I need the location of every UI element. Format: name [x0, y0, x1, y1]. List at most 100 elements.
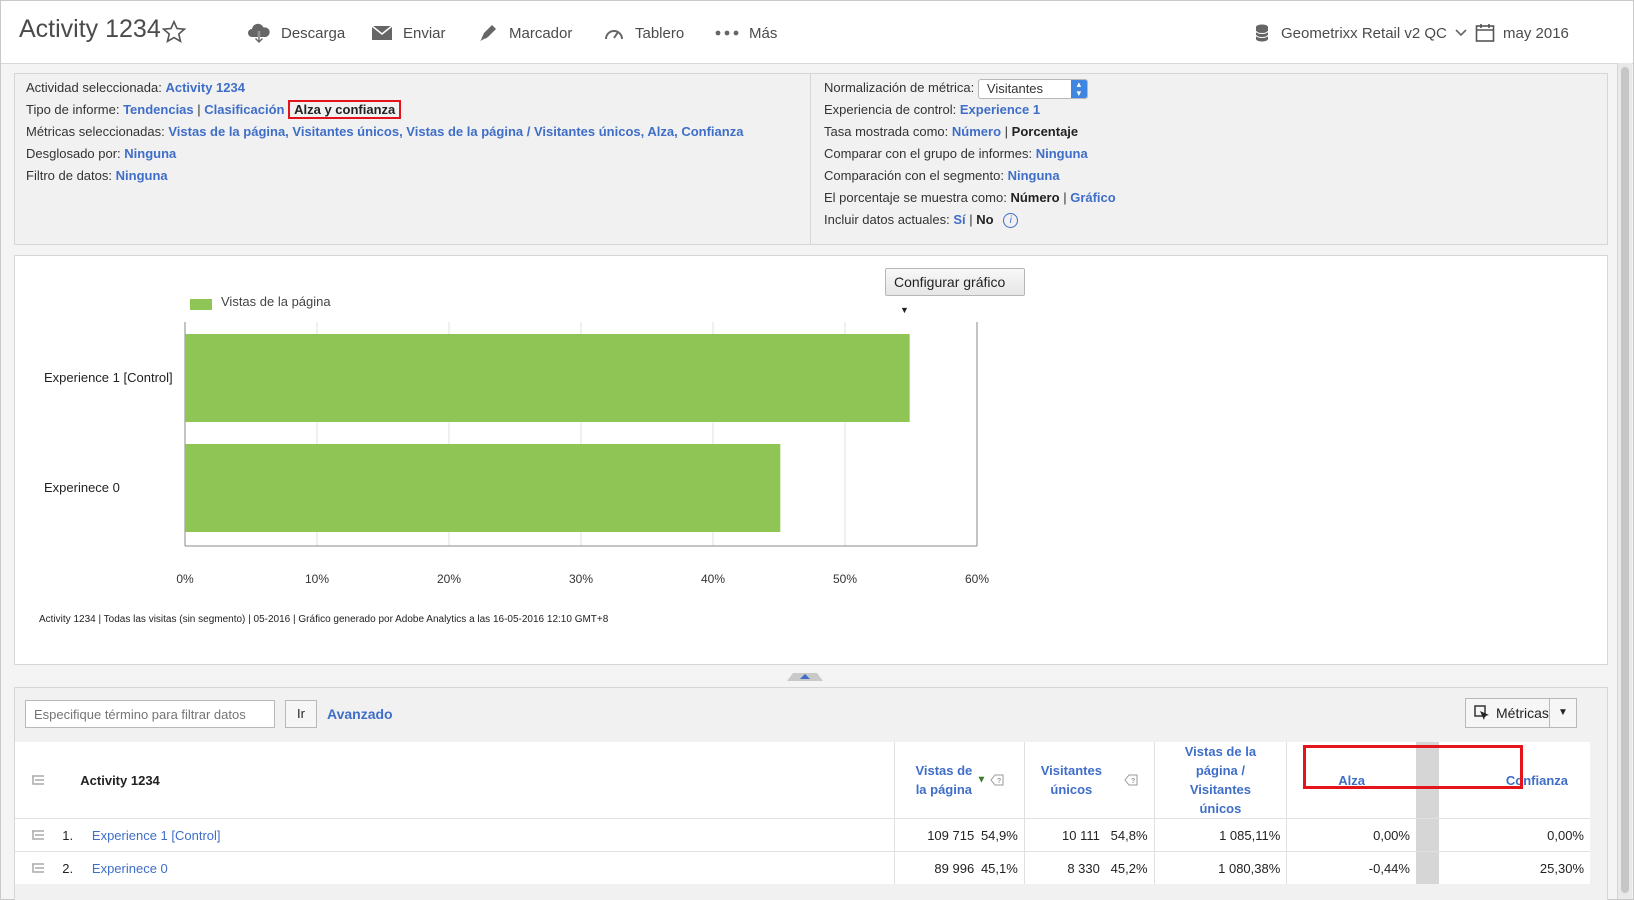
row-page-views-cell: 109 715 54,9% [894, 818, 1025, 852]
breakdown-label: Desglosado por: [26, 146, 121, 161]
selected-metrics-link[interactable]: Vistas de la página, Visitantes únicos, … [168, 124, 743, 139]
go-button[interactable]: Ir [285, 700, 317, 728]
row-name-link[interactable]: Experinece 0 [92, 861, 168, 876]
percent-graph-link[interactable]: Gráfico [1070, 190, 1116, 205]
row-name-link[interactable]: Experience 1 [Control] [92, 828, 221, 843]
vertical-scrollbar[interactable] [1617, 63, 1632, 899]
rate-number-link[interactable]: Número [952, 124, 1001, 139]
star-icon[interactable] [161, 19, 187, 45]
more-label: Más [749, 24, 778, 42]
collapse-chart-handle[interactable] [787, 671, 823, 681]
compare-segment-link[interactable]: Ninguna [1008, 168, 1060, 183]
row-visitors: 10 111 [1062, 827, 1100, 843]
y-category-label: Experinece 0 [44, 480, 120, 495]
x-tick-label: 40% [701, 572, 725, 586]
row-visitors: 8 330 [1067, 860, 1100, 876]
report-suite-label: Geometrixx Retail v2 QC [1281, 24, 1447, 42]
row-dimension-cell: 1. Experience 1 [Control] [60, 818, 895, 852]
row-ratio-cell: 1 085,11% [1153, 818, 1287, 852]
row-ratio-cell: 1 080,38% [1153, 851, 1287, 884]
breakdown-link[interactable]: Ninguna [124, 146, 176, 161]
metrics-button[interactable]: Métricas ▼ [1465, 698, 1577, 728]
bar [185, 444, 781, 532]
dimension-column-header[interactable]: Activity 1234 [60, 742, 894, 819]
report-type-trends-link[interactable]: Tendencias [123, 102, 194, 117]
more-button[interactable]: Más [715, 21, 777, 45]
report-type-ranked-link[interactable]: Clasificación [204, 102, 284, 117]
page-views-column-header[interactable]: Vistas de la página ▼ ? [894, 742, 1025, 819]
tag-help-icon[interactable]: ? [990, 774, 1004, 786]
separator: | [1004, 124, 1009, 139]
selected-activity-link[interactable]: Activity 1234 [165, 80, 245, 95]
filter-input[interactable] [25, 700, 275, 728]
info-icon[interactable]: i [1003, 213, 1019, 229]
include-current-yes-link[interactable]: Sí [953, 212, 965, 227]
advanced-link[interactable]: Avanzado [327, 706, 393, 722]
date-label: may 2016 [1503, 24, 1569, 42]
top-bar: Activity 1234 Descarga Enviar Marcador T… [1, 1, 1633, 64]
bookmark-icon [479, 25, 496, 43]
unique-visitors-column-header[interactable]: Visitantes únicos ? [1023, 742, 1155, 819]
download-button[interactable]: Descarga [247, 21, 345, 45]
breakdown-tree-icon[interactable] [31, 775, 45, 787]
report-settings-panel: Actividad seleccionada: Activity 1234 Ti… [14, 73, 1608, 245]
breakdown-tree-icon[interactable] [31, 863, 45, 875]
ratio-column-header[interactable]: Vistas de la página / Visitantes únicos [1153, 742, 1287, 819]
x-tick-label: 30% [569, 572, 593, 586]
calendar-icon [1475, 24, 1495, 42]
data-filter-link[interactable]: Ninguna [116, 168, 168, 183]
compare-group-link[interactable]: Ninguna [1036, 146, 1088, 161]
rate-display-label: Tasa mostrada como: [824, 124, 949, 139]
control-experience-link[interactable]: Experience 1 [960, 102, 1040, 117]
scrollbar-thumb[interactable] [1621, 67, 1629, 893]
row-confidence-cell: 0,00% [1438, 818, 1590, 852]
row-page-views: 109 715 [927, 827, 975, 843]
normalization-select[interactable]: Visitantes ▴ ▾ [977, 78, 1088, 99]
svg-text:?: ? [997, 778, 1001, 785]
date-selector[interactable]: may 2016 [1475, 21, 1569, 45]
lift-confidence-highlight [1303, 745, 1523, 789]
breakdown-tree-icon[interactable] [31, 830, 45, 842]
x-tick-label: 60% [965, 572, 989, 586]
chart-panel: Configurar gráfico ▼ Vistas de la página… [14, 255, 1608, 665]
row-visitors-pct: 54,8% [1110, 827, 1148, 843]
bookmark-button[interactable]: Marcador [477, 21, 572, 45]
dashboard-button[interactable]: Tablero [603, 21, 684, 45]
row-dimension-cell: 2. Experinece 0 [60, 851, 895, 884]
separator: | [197, 102, 201, 117]
select-arrows-icon: ▴ ▾ [1070, 79, 1087, 98]
scroll-gutter [1415, 818, 1439, 852]
svg-text:?: ? [1131, 778, 1135, 785]
row-lift-cell: -0,44% [1286, 851, 1416, 884]
send-button[interactable]: Enviar [371, 21, 446, 45]
x-tick-label: 20% [437, 572, 461, 586]
compare-segment-label: Comparación con el segmento: [824, 168, 1004, 183]
selected-metrics-label: Métricas seleccionadas: [26, 124, 165, 139]
row-breakdown-cell [15, 818, 61, 852]
data-filter-label: Filtro de datos: [26, 168, 112, 183]
x-tick-label: 50% [833, 572, 857, 586]
y-category-label: Experience 1 [Control] [44, 370, 173, 385]
x-tick-label: 10% [305, 572, 329, 586]
control-experience-label: Experiencia de control: [824, 102, 957, 117]
selected-metrics-row: Métricas seleccionadas: Vistas de la pág… [26, 122, 743, 142]
sort-desc-icon: ▼ [976, 774, 987, 786]
report-type-label: Tipo de informe: [26, 102, 120, 117]
chart-footnote: Activity 1234 | Todas las visitas (sin s… [39, 614, 609, 625]
page-title: Activity 1234 [19, 15, 161, 43]
table-row: 2. Experinece 0 89 996 45,1% 8 330 45,2%… [15, 851, 1590, 884]
bookmark-label: Marcador [509, 24, 573, 42]
compare-group-row: Comparar con el grupo de informes: Ningu… [824, 144, 1088, 164]
row-page-views-pct: 54,9% [980, 827, 1018, 843]
breakdown-row: Desglosado por: Ninguna [26, 144, 176, 164]
metrics-dropdown-icon[interactable]: ▼ [1549, 699, 1576, 727]
selected-activity-label: Actividad seleccionada: [26, 80, 162, 95]
report-suite-selector[interactable]: Geometrixx Retail v2 QC [1255, 21, 1467, 45]
row-breakdown-cell [15, 851, 61, 884]
separator: | [969, 212, 973, 227]
metrics-label: Métricas [1496, 705, 1549, 721]
selected-activity-row: Actividad seleccionada: Activity 1234 [26, 78, 245, 98]
tag-help-icon[interactable]: ? [1124, 774, 1138, 786]
row-visitors-cell: 8 330 45,2% [1023, 851, 1155, 884]
database-icon [1255, 24, 1269, 42]
